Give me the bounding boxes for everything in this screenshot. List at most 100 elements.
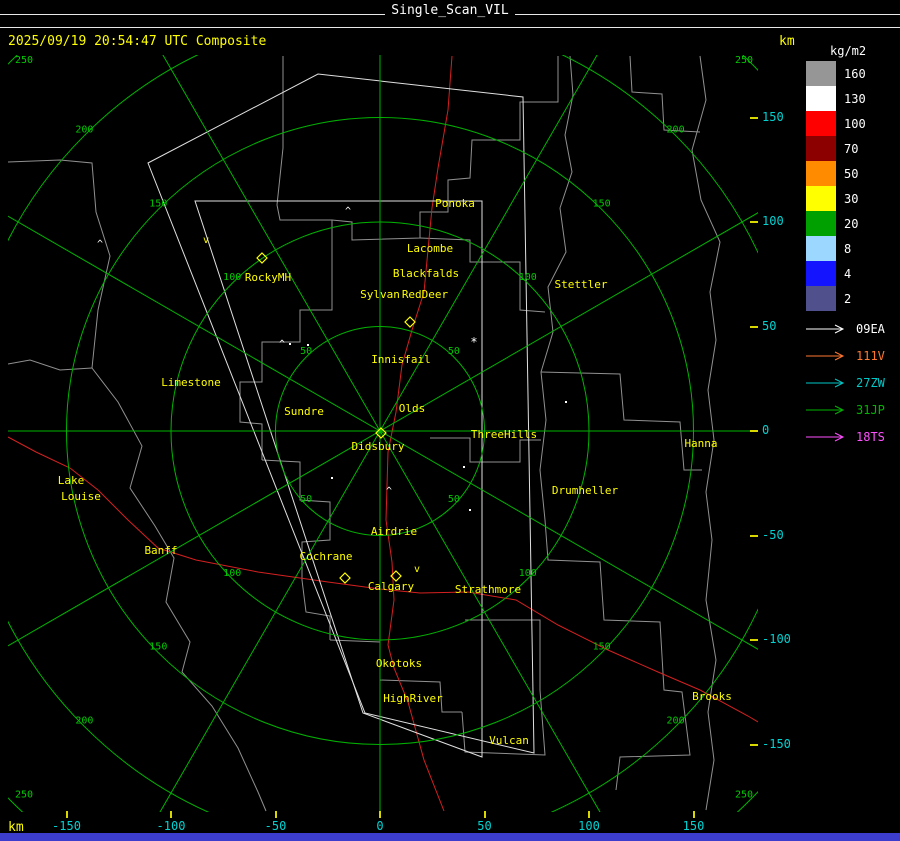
radar-site-id: 27ZW [856, 375, 885, 390]
range-ring-label: 100 [519, 272, 537, 283]
radar-site-row: 31JP [804, 396, 885, 423]
color-scale-row: 30 [806, 186, 866, 211]
echo-dot [307, 344, 309, 346]
city-label-brooks: Brooks [692, 690, 732, 703]
range-ring-label: 200 [667, 124, 685, 135]
city-label-lacombe: Lacombe [407, 242, 453, 255]
bottom-axis-tick [692, 811, 695, 818]
color-scale-row: 130 [806, 86, 866, 111]
city-label-ponoka: Ponoka [435, 197, 475, 210]
bottom-axis-tick [65, 811, 68, 818]
radar-site-id: 31JP [856, 402, 885, 417]
radar-arrow-icon [806, 405, 845, 414]
range-ring-label: 200 [75, 716, 93, 727]
city-label-blackfalds: Blackfalds [393, 267, 459, 280]
city-label-sundre: Sundre [284, 405, 324, 418]
range-ring-label: 50 [300, 494, 312, 505]
right-axis-tick [750, 430, 758, 432]
bottom-axis-tick [379, 811, 381, 818]
caret-glyph: ^ [279, 339, 285, 350]
city-label-louise: Louise [61, 490, 101, 503]
range-ring-label: 50 [448, 494, 460, 505]
right-axis-label: -50 [762, 527, 784, 542]
right-axis-label: -150 [762, 736, 791, 751]
bottom-axis-label: -50 [264, 819, 287, 833]
site-diamond-marker [339, 572, 351, 584]
city-label-stettler: Stettler [555, 278, 608, 291]
right-axis-tick [750, 743, 758, 746]
city-label-sylvan: Sylvan [360, 288, 400, 301]
radar-arrow-icon [806, 432, 845, 441]
radar-arrow-icon [806, 378, 845, 387]
radar-site-id: 18TS [856, 429, 885, 444]
caret-glyph: ^ [386, 486, 392, 497]
color-swatch [806, 86, 836, 111]
echo-dot [469, 509, 471, 511]
right-axis-tick [750, 221, 758, 223]
radar-site-row: 27ZW [804, 369, 885, 396]
color-scale-row: 70 [806, 136, 866, 161]
bottom-axis-tick [274, 811, 277, 818]
radar-site-row: 09EA [804, 315, 885, 342]
right-axis-tick [750, 325, 758, 328]
color-scale-row: 4 [806, 261, 866, 286]
color-swatch [806, 236, 836, 261]
bottom-bar [0, 833, 900, 841]
range-ring-label: 50 [448, 346, 460, 357]
city-label-strathmore: Strathmore [455, 583, 521, 596]
bottom-axis-tick [170, 811, 172, 818]
city-label-didsbury: Didsbury [352, 440, 405, 453]
radar-site-id: 09EA [856, 321, 885, 336]
city-label-airdrie: Airdrie [371, 525, 417, 538]
window-title: Single_Scan_VIL [391, 3, 509, 18]
bottom-axis-tick [483, 811, 486, 818]
right-axis-label: 150 [762, 109, 784, 124]
color-scale-value: 50 [844, 166, 859, 181]
range-ring-label: 150 [149, 642, 167, 653]
city-label-drumheller: Drumheller [552, 484, 619, 497]
color-swatch [806, 136, 836, 161]
color-scale-row: 8 [806, 236, 866, 261]
bottom-axis-label: 50 [477, 819, 492, 833]
caret-glyph: ^ [345, 206, 351, 217]
city-label-threehills: ThreeHills [471, 428, 537, 441]
color-scale-value: 30 [844, 191, 859, 206]
range-ring-label: 100 [223, 272, 241, 283]
header-separator [0, 27, 900, 28]
scan-timestamp: 2025/09/19 20:54:47 UTC Composite [8, 34, 267, 49]
range-ring-label: 200 [667, 716, 685, 727]
city-label-lake: Lake [58, 474, 85, 487]
color-swatch [806, 186, 836, 211]
city-label-limestone: Limestone [161, 376, 221, 389]
bottom-axis-tick [588, 811, 590, 818]
range-ring-label: 50 [300, 346, 312, 357]
range-ring-label: 150 [149, 198, 167, 209]
radar-site-row: 111V [804, 342, 885, 369]
radar-map-canvas[interactable]: 50 100 150 200 250 50 100 150 200 250 50 100 150 200 2… [8, 55, 758, 812]
right-axis-label: 0 [762, 423, 770, 437]
range-ring-label: 250 [15, 789, 33, 800]
vee-glyph: v [414, 564, 420, 575]
city-label-banff: Banff [144, 544, 177, 557]
echo-dot [565, 401, 567, 403]
color-swatch [806, 261, 836, 286]
star-glyph: * [470, 335, 477, 349]
radar-arrow-icon [806, 324, 845, 333]
radar-coverage-outline [147, 73, 535, 758]
range-ring-label: 100 [519, 568, 537, 579]
right-axis-tick [750, 534, 758, 537]
echo-dot [463, 466, 465, 468]
color-scale-value: 100 [844, 116, 866, 131]
color-scale-value: 20 [844, 216, 859, 231]
color-swatch [806, 61, 836, 86]
range-ring-label: 150 [593, 198, 611, 209]
range-ring-label: 100 [223, 568, 241, 579]
city-label-reddeer: RedDeer [402, 288, 449, 301]
radar-app-window: Single_Scan_VIL 2025/09/19 20:54:47 UTC … [0, 0, 900, 841]
right-axis-label: 100 [762, 214, 784, 228]
city-label-cochrane: Cochrane [300, 550, 353, 563]
radar-site-id: 111V [856, 348, 885, 363]
bottom-axis-label: 100 [578, 819, 600, 833]
color-scale-value: 4 [844, 266, 852, 281]
color-scale-row: 50 [806, 161, 866, 186]
